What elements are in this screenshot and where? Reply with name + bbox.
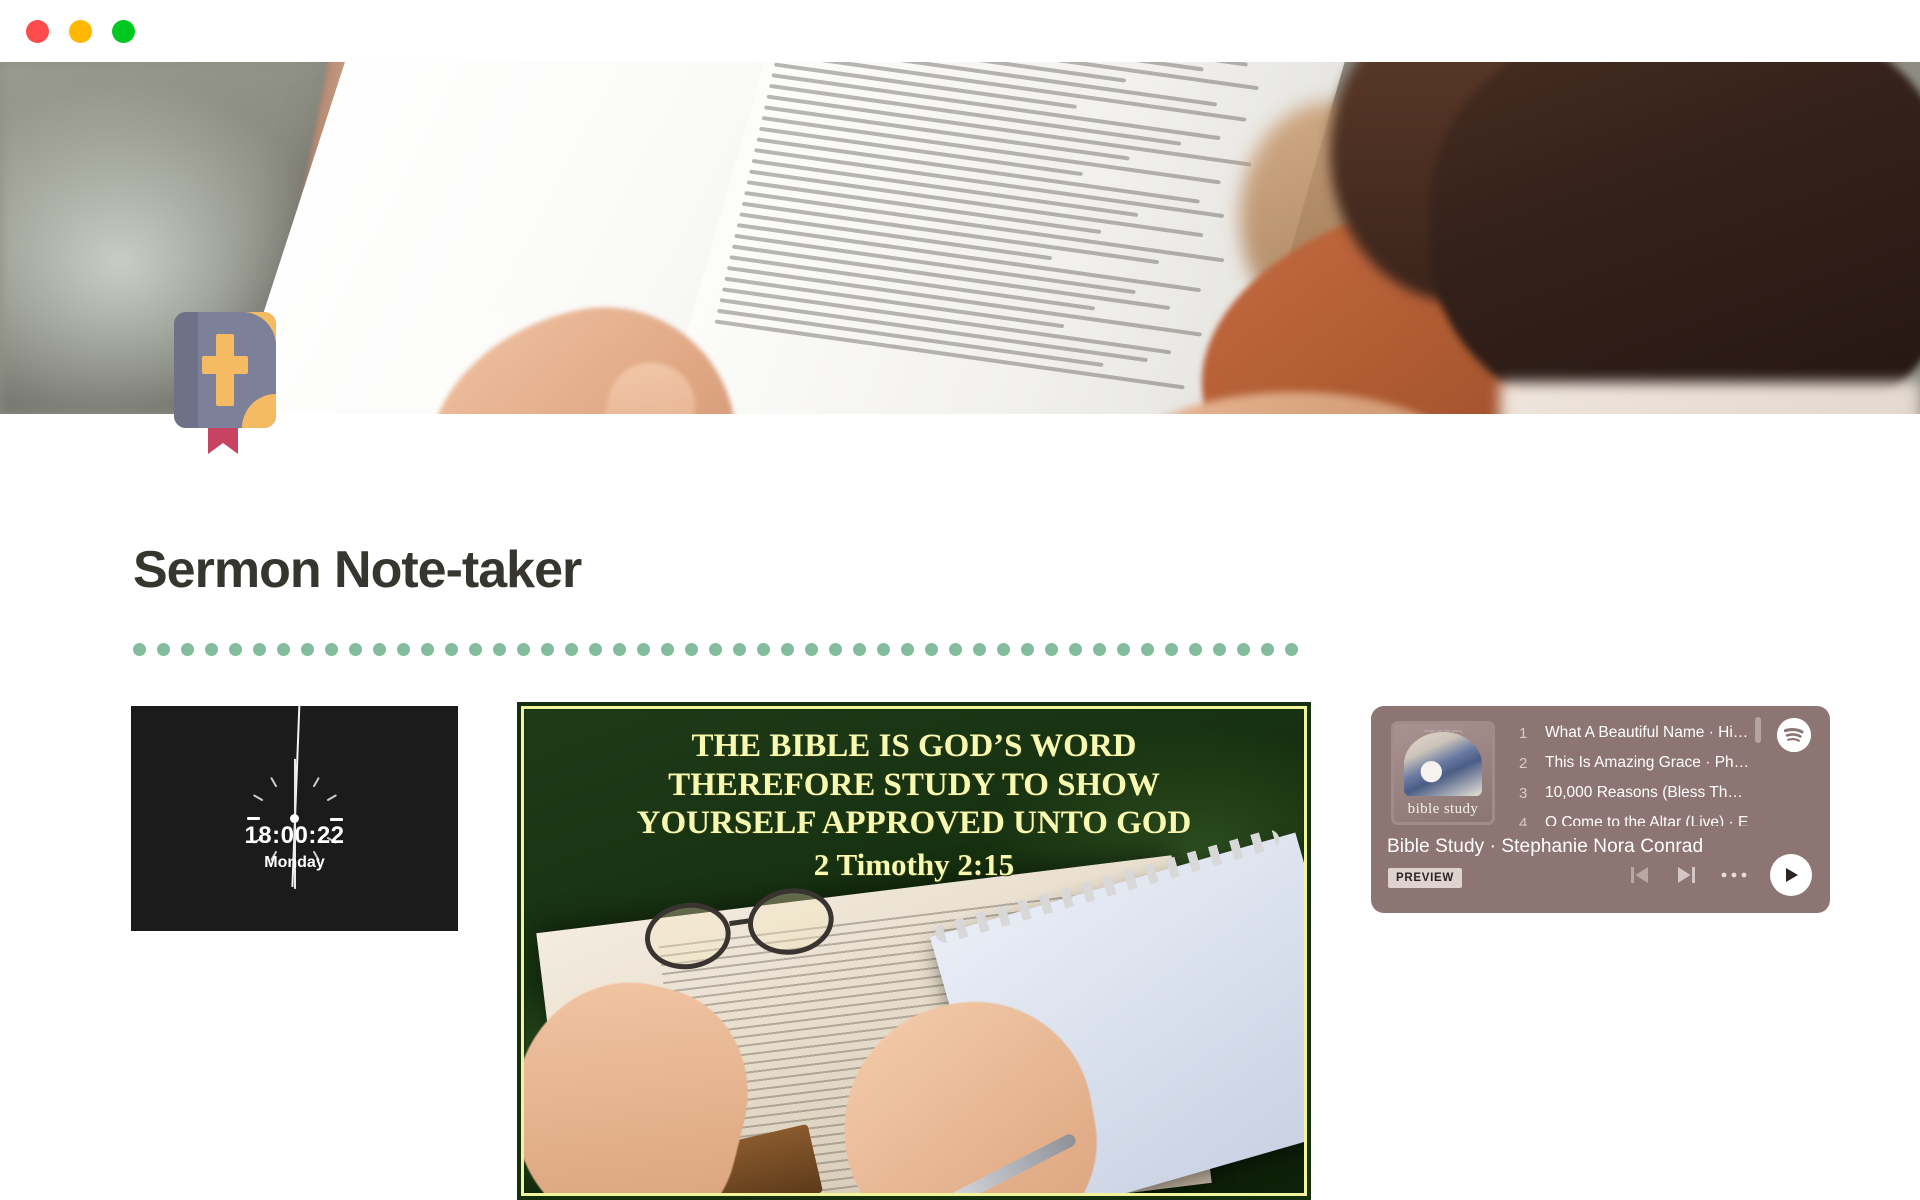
divider-dot bbox=[1213, 642, 1226, 656]
divider-dot bbox=[1189, 642, 1202, 656]
page-cover-image bbox=[0, 62, 1920, 414]
divider-dot bbox=[1045, 642, 1058, 656]
divider-dot bbox=[1237, 642, 1250, 656]
bible-reading-photo bbox=[0, 62, 1920, 414]
track-index: 2 bbox=[1519, 754, 1528, 772]
divider-dot bbox=[997, 642, 1010, 656]
track-title: O Come to the Altar (Live) · E bbox=[1545, 814, 1749, 826]
playlist-meta: Bible Study · Stephanie Nora Conrad bbox=[1387, 836, 1704, 857]
divider-dot bbox=[805, 642, 818, 656]
divider-dot bbox=[637, 642, 650, 656]
window-controls bbox=[26, 19, 135, 43]
divider-dot bbox=[1285, 642, 1298, 656]
divider-dot bbox=[421, 642, 434, 656]
green-dot-divider bbox=[133, 640, 1298, 658]
track-index: 4 bbox=[1519, 814, 1528, 827]
divider-dot bbox=[541, 642, 554, 656]
album-art-caption: bible study bbox=[1407, 801, 1479, 817]
album-art-photo bbox=[1404, 732, 1482, 796]
play-button[interactable] bbox=[1770, 854, 1812, 896]
divider-dot bbox=[277, 642, 290, 656]
divider-dot bbox=[1021, 642, 1034, 656]
divider-dot bbox=[1141, 642, 1154, 656]
spotify-embed[interactable]: songs for the glory bible study 1 What A … bbox=[1371, 706, 1830, 913]
minimize-button[interactable] bbox=[69, 19, 92, 43]
close-button[interactable] bbox=[26, 19, 49, 43]
divider-dot bbox=[229, 642, 242, 656]
next-track-icon[interactable] bbox=[1675, 864, 1697, 886]
preview-badge: PREVIEW bbox=[1388, 868, 1462, 888]
track-index: 1 bbox=[1519, 724, 1528, 742]
spotify-logo-icon[interactable] bbox=[1777, 718, 1811, 752]
maximize-button[interactable] bbox=[112, 19, 135, 43]
track-row[interactable]: 3 10,000 Reasons (Bless The Lor bbox=[1519, 778, 1751, 808]
verse-line-1: THE BIBLE IS GOD’S WORD bbox=[691, 728, 1137, 764]
verse-reference: 2 Timothy 2:15 bbox=[813, 846, 1015, 882]
more-options-icon[interactable] bbox=[1721, 871, 1747, 879]
divider-dot bbox=[901, 642, 914, 656]
divider-dot bbox=[157, 642, 170, 656]
track-title: This Is Amazing Grace · Phi… bbox=[1545, 754, 1751, 771]
clock-time: 18:00:22 bbox=[244, 822, 345, 849]
divider-dot bbox=[349, 642, 362, 656]
divider-dot bbox=[133, 642, 146, 656]
divider-dot bbox=[205, 642, 218, 656]
verse-line-2: THEREFORE STUDY TO SHOW bbox=[668, 766, 1160, 803]
divider-dot bbox=[949, 642, 962, 656]
divider-dot bbox=[661, 642, 674, 656]
playback-controls bbox=[1629, 864, 1747, 886]
track-row[interactable]: 4 O Come to the Altar (Live) · E bbox=[1519, 808, 1751, 826]
divider-dot bbox=[1165, 642, 1178, 656]
divider-dot bbox=[397, 642, 410, 656]
divider-dot bbox=[493, 642, 506, 656]
track-list-scrollbar[interactable] bbox=[1755, 717, 1761, 743]
divider-dot bbox=[517, 642, 530, 656]
track-row[interactable]: 1 What A Beautiful Name · Hi… bbox=[1519, 718, 1751, 748]
page-title: Sermon Note-taker bbox=[133, 541, 582, 599]
divider-dot bbox=[181, 642, 194, 656]
divider-dot bbox=[973, 642, 986, 656]
divider-dot bbox=[925, 642, 938, 656]
track-title: 10,000 Reasons (Bless The Lor bbox=[1545, 784, 1751, 801]
bible-book-icon[interactable] bbox=[168, 312, 282, 454]
clock-day-label: Monday bbox=[264, 854, 325, 871]
divider-dot bbox=[1069, 642, 1082, 656]
divider-dot bbox=[301, 642, 314, 656]
track-index: 3 bbox=[1519, 784, 1528, 802]
divider-dot bbox=[1117, 642, 1130, 656]
divider-dot bbox=[253, 642, 266, 656]
verse-text-overlay: THE BIBLE IS GOD’S WORD THEREFORE STUDY … bbox=[524, 727, 1304, 883]
divider-dot bbox=[709, 642, 722, 656]
divider-dot bbox=[589, 642, 602, 656]
divider-dot bbox=[877, 642, 890, 656]
divider-dot bbox=[445, 642, 458, 656]
verse-line-3: YOURSELF APPROVED UNTO GOD bbox=[636, 805, 1192, 842]
track-title: What A Beautiful Name · Hi… bbox=[1545, 724, 1749, 741]
window-titlebar bbox=[0, 0, 1920, 62]
divider-dot bbox=[853, 642, 866, 656]
divider-dot bbox=[733, 642, 746, 656]
divider-dot bbox=[565, 642, 578, 656]
divider-dot bbox=[373, 642, 386, 656]
divider-dot bbox=[325, 642, 338, 656]
divider-dot bbox=[469, 642, 482, 656]
previous-track-icon[interactable] bbox=[1629, 864, 1651, 886]
divider-dot bbox=[685, 642, 698, 656]
divider-dot bbox=[1261, 642, 1274, 656]
divider-dot bbox=[781, 642, 794, 656]
album-art[interactable]: songs for the glory bible study bbox=[1391, 721, 1495, 825]
divider-dot bbox=[1093, 642, 1106, 656]
clock-widget[interactable]: 18:00:22 Monday bbox=[131, 706, 458, 931]
divider-dot bbox=[613, 642, 626, 656]
track-list[interactable]: 1 What A Beautiful Name · Hi… 2 This Is Ama… bbox=[1519, 718, 1751, 826]
track-row[interactable]: 2 This Is Amazing Grace · Phi… bbox=[1519, 748, 1751, 778]
divider-dot bbox=[829, 642, 842, 656]
photo-hair bbox=[1430, 62, 1920, 414]
divider-dot bbox=[757, 642, 770, 656]
photo-fabric bbox=[1500, 382, 1920, 414]
bible-verse-image[interactable]: THE BIBLE IS GOD’S WORD THEREFORE STUDY … bbox=[517, 702, 1311, 1200]
